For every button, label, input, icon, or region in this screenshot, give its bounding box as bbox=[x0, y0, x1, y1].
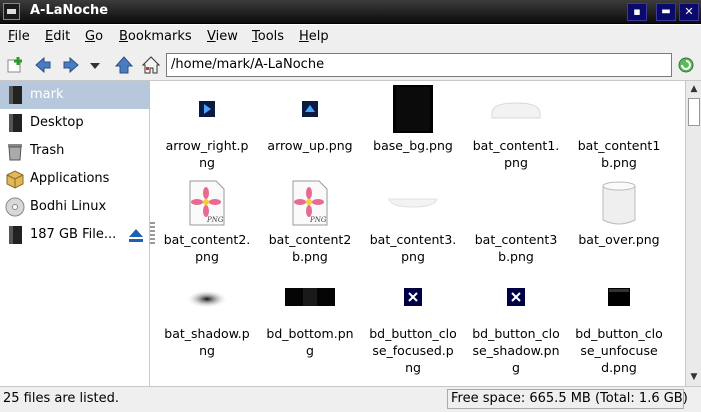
places-sidebar: mark Desktop Trash Applications Bodhi Li… bbox=[0, 81, 150, 386]
applications-icon bbox=[6, 170, 24, 189]
history-dropdown-icon[interactable] bbox=[88, 56, 102, 74]
minimize-icon[interactable]: ▬ bbox=[656, 3, 676, 21]
file-item[interactable]: bat_content1 b.png bbox=[568, 81, 670, 173]
status-bar: 25 files are listed. Free space: 665.5 M… bbox=[0, 386, 701, 412]
up-folder-icon[interactable] bbox=[115, 56, 133, 74]
sidebar-item-label: Desktop bbox=[30, 115, 84, 130]
location-bar[interactable]: /home/mark/A-LaNoche bbox=[166, 53, 672, 77]
svg-text:PNG: PNG bbox=[206, 216, 224, 224]
close-icon[interactable]: ✕ bbox=[679, 3, 699, 21]
file-item[interactable]: bat_over.png bbox=[568, 175, 670, 267]
file-item[interactable]: arrow_up.png bbox=[259, 81, 361, 173]
file-thumbnail: PNG bbox=[259, 175, 361, 231]
file-name: bat_content1 b.png bbox=[577, 138, 661, 170]
toolbar: /home/mark/A-LaNoche bbox=[0, 49, 701, 81]
file-thumbnail bbox=[362, 175, 464, 231]
file-thumbnail bbox=[156, 269, 258, 325]
back-icon[interactable] bbox=[34, 56, 52, 74]
file-item[interactable]: bd_button_clo se_focused.p ng bbox=[362, 269, 464, 375]
file-name: base_bg.png bbox=[373, 138, 453, 153]
file-name: bat_content2. png bbox=[163, 232, 251, 264]
file-name: bat_over.png bbox=[578, 232, 660, 247]
file-thumbnail bbox=[465, 81, 567, 137]
menu-bar: File Edit Go Bookmarks View Tools Help bbox=[0, 25, 701, 49]
file-item[interactable]: arrow_right.p ng bbox=[156, 81, 258, 173]
file-thumbnail: PNG bbox=[156, 175, 258, 231]
file-name: bd_button_clo se_focused.p ng bbox=[369, 326, 457, 375]
file-item[interactable]: PNG bat_content2 b.png bbox=[259, 175, 361, 267]
drive-icon bbox=[9, 226, 22, 244]
file-item[interactable]: bd_bottom.pn g bbox=[259, 269, 361, 361]
file-item[interactable]: bd_button_clo se_unfocuse d.png bbox=[568, 269, 670, 375]
file-item[interactable]: bat_content3 b.png bbox=[465, 175, 567, 267]
drive-icon bbox=[9, 86, 22, 104]
file-item[interactable]: bat_shadow.p ng bbox=[156, 269, 258, 361]
menu-bookmarks[interactable]: Bookmarks bbox=[119, 29, 192, 44]
file-name: bat_shadow.p ng bbox=[164, 326, 250, 358]
file-item[interactable]: bat_content3. png bbox=[362, 175, 464, 267]
sidebar-item-applications[interactable]: Applications bbox=[0, 165, 150, 193]
file-name: arrow_up.png bbox=[267, 138, 353, 153]
menu-tools[interactable]: Tools bbox=[252, 29, 284, 44]
go-refresh-icon[interactable] bbox=[677, 56, 695, 74]
trash-icon bbox=[8, 144, 22, 161]
sidebar-item-label: 187 GB File... bbox=[30, 227, 117, 242]
forward-icon[interactable] bbox=[62, 56, 80, 74]
file-name: bd_button_clo se_unfocuse d.png bbox=[575, 326, 663, 375]
sidebar-item-label: Bodhi Linux bbox=[30, 199, 107, 214]
file-item[interactable]: base_bg.png bbox=[362, 81, 464, 173]
file-item[interactable]: bat_content1. png bbox=[465, 81, 567, 173]
file-thumbnail bbox=[362, 81, 464, 137]
sidebar-item-trash[interactable]: Trash bbox=[0, 137, 150, 165]
file-name: bat_content3. png bbox=[369, 232, 457, 264]
file-thumbnail bbox=[362, 269, 464, 325]
file-count-status: 25 files are listed. bbox=[3, 391, 120, 406]
file-name: bd_button_clo se_shadow.pn g bbox=[472, 326, 560, 375]
menu-edit[interactable]: Edit bbox=[45, 29, 70, 44]
file-thumbnail bbox=[259, 269, 361, 325]
vertical-scrollbar[interactable]: ▲ ▼ bbox=[685, 81, 701, 386]
sidebar-item-bodhi-linux[interactable]: Bodhi Linux bbox=[0, 193, 150, 221]
svg-text:PNG: PNG bbox=[309, 216, 327, 224]
file-thumbnail bbox=[465, 175, 567, 231]
file-view: arrow_right.p ng arrow_up.png base_bg.png ba… bbox=[156, 81, 685, 386]
scroll-down-icon[interactable]: ▼ bbox=[687, 370, 701, 384]
sidebar-item-label: Trash bbox=[30, 143, 65, 158]
menu-go[interactable]: Go bbox=[85, 29, 103, 44]
menu-file[interactable]: File bbox=[8, 29, 30, 44]
menu-help[interactable]: Help bbox=[299, 29, 329, 44]
free-space-status: Free space: 665.5 MB (Total: 1.6 GB) bbox=[447, 389, 688, 409]
sidebar-item-volume[interactable]: 187 GB File... bbox=[0, 221, 150, 249]
scrollbar-thumb[interactable] bbox=[688, 98, 700, 126]
file-thumbnail bbox=[259, 81, 361, 137]
sidebar-item-label: mark bbox=[30, 87, 64, 102]
menu-view[interactable]: View bbox=[207, 29, 238, 44]
cdrom-icon bbox=[5, 197, 25, 217]
window-menu-icon[interactable] bbox=[3, 3, 20, 20]
file-thumbnail bbox=[156, 81, 258, 137]
file-item[interactable]: bd_button_clo se_shadow.pn g bbox=[465, 269, 567, 375]
sidebar-item-desktop[interactable]: Desktop bbox=[0, 109, 150, 137]
title-bar: A-LaNoche ▪ ▬ ✕ bbox=[0, 0, 701, 24]
new-tab-icon[interactable] bbox=[6, 56, 24, 74]
sidebar-item-label: Applications bbox=[30, 171, 110, 186]
scroll-up-icon[interactable]: ▲ bbox=[687, 82, 701, 96]
file-thumbnail bbox=[568, 81, 670, 137]
home-icon[interactable] bbox=[142, 56, 160, 74]
file-item[interactable]: PNG bat_content2. png bbox=[156, 175, 258, 267]
file-name: bat_content3 b.png bbox=[474, 232, 558, 264]
file-thumbnail bbox=[465, 269, 567, 325]
sidebar-item-home[interactable]: mark bbox=[0, 81, 150, 109]
file-name: arrow_right.p ng bbox=[165, 138, 249, 170]
file-thumbnail bbox=[568, 269, 670, 325]
file-name: bd_bottom.pn g bbox=[266, 326, 354, 358]
pane-resize-handle[interactable] bbox=[150, 222, 155, 244]
eject-icon[interactable] bbox=[128, 228, 144, 242]
file-name: bat_content1. png bbox=[472, 138, 560, 170]
iconify-button[interactable]: ▪ bbox=[627, 3, 647, 21]
file-thumbnail bbox=[568, 175, 670, 231]
file-name: bat_content2 b.png bbox=[268, 232, 352, 264]
window-title: A-LaNoche bbox=[30, 3, 109, 18]
drive-icon bbox=[9, 114, 22, 132]
